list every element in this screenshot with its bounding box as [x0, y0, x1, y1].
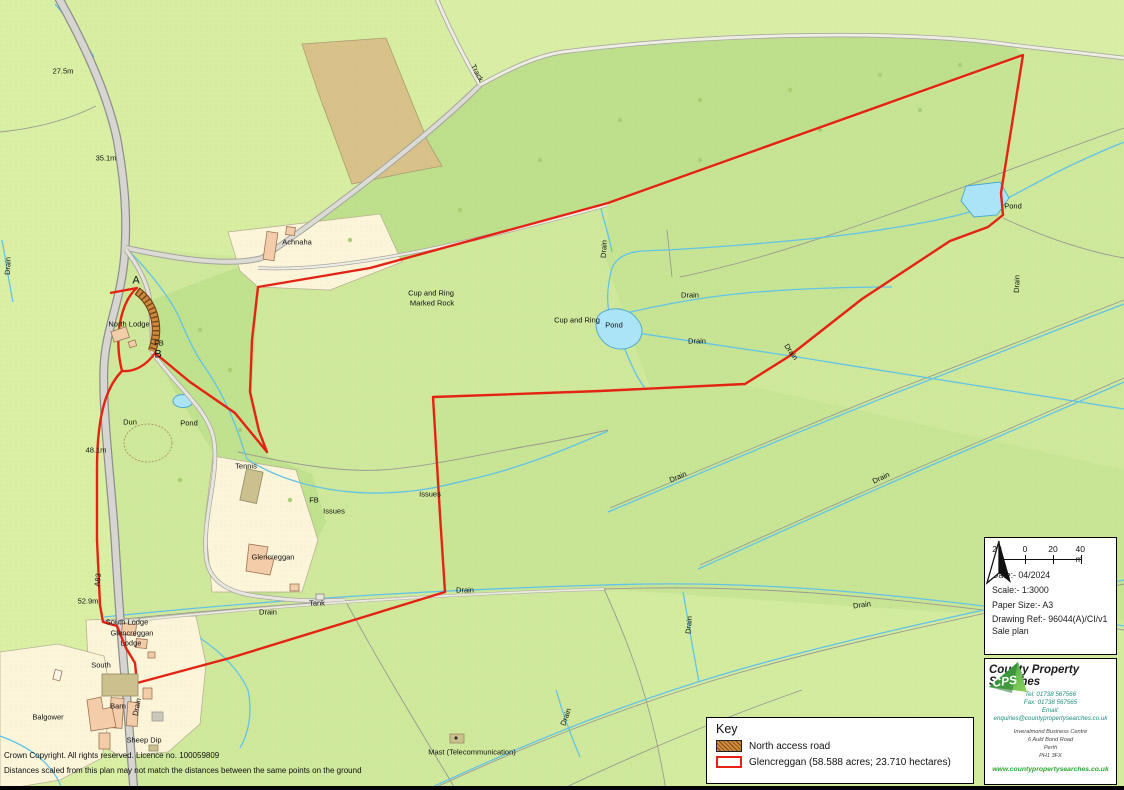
sale-plan-map: 27.5m35.1mTrackAchnahaANorth LodgeFBBDra… — [0, 0, 1124, 790]
map-label: FB — [309, 496, 319, 504]
map-label: Drain — [688, 337, 706, 345]
map-label: Drain — [681, 291, 699, 299]
key-item-access-road: North access road — [716, 740, 964, 752]
plan-type: Sale plan — [992, 626, 1109, 637]
address-line: PH1 3FX — [989, 752, 1112, 760]
map-label: Issues — [323, 507, 345, 515]
map-label: 52.9m — [78, 597, 99, 605]
map-label: FB — [154, 339, 164, 347]
fax-line: Fax: 01738 567565 — [989, 699, 1112, 707]
address-line: 6 Auld Bond Road — [989, 736, 1112, 744]
map-label: Marked Rock — [410, 299, 454, 307]
map-label: Achnaha — [282, 238, 312, 246]
access-road-swatch — [716, 740, 742, 752]
scale-bar-label: 0 — [1023, 544, 1028, 554]
plan-drawing-ref: Drawing Ref:- 96044(A)/CI/v1 — [992, 614, 1109, 625]
map-label: Glencreggan — [252, 553, 295, 561]
scale-bar-label: 20 — [1048, 544, 1057, 554]
key-item-label: Glencreggan (58.588 acres; 23.710 hectar… — [749, 757, 951, 768]
branding-panel: CPS County Property Searches Tel: 01738 … — [984, 658, 1117, 785]
copyright-note: Crown Copyright. All rights reserved. Li… — [4, 751, 219, 760]
map-label: Tank — [309, 599, 325, 607]
map-label: 35.1m — [96, 154, 117, 162]
cps-logo-icon: CPS — [985, 659, 1031, 697]
boundary-swatch — [716, 756, 742, 768]
map-label: South Lodge — [106, 618, 149, 626]
map-label: Sheep Dip — [126, 736, 161, 744]
key-panel: Key North access road Glencreggan (58.58… — [706, 717, 974, 784]
map-label: Glencreggan — [111, 629, 154, 637]
map-label: Pond — [605, 321, 623, 329]
north-arrow-icon — [985, 538, 1013, 586]
map-label: B — [154, 350, 161, 361]
map-label: North Lodge — [108, 320, 149, 328]
key-title: Key — [716, 722, 964, 736]
map-label: Drain — [4, 257, 12, 275]
map-label: Balgower — [32, 713, 63, 721]
map-canvas — [0, 0, 1124, 790]
plan-paper-size: Paper Size:- A3 — [992, 600, 1109, 611]
key-item-boundary: Glencreggan (58.588 acres; 23.710 hectar… — [716, 756, 964, 768]
map-label: Issues — [419, 490, 441, 498]
map-label: Barn — [110, 702, 126, 710]
disclaimer-note: Distances scaled from this plan may not … — [4, 766, 362, 775]
map-label: Drain — [684, 616, 693, 635]
address-line: Perth — [989, 744, 1112, 752]
map-label: Pond — [1004, 202, 1022, 210]
map-label: Drain — [259, 608, 277, 616]
map-label: Pond — [180, 419, 198, 427]
map-label: Drain — [1013, 275, 1021, 293]
map-label: Cup and Ring — [554, 316, 600, 324]
fields-layer — [0, 0, 1124, 790]
website-link[interactable]: www.countypropertysearches.co.uk — [989, 766, 1112, 773]
email-line: Email: enquiries@countypropertysearches.… — [989, 707, 1112, 723]
map-label: Mast (Telecommunication) — [428, 748, 516, 756]
address-block: Inveralmond Business Centre 6 Auld Bond … — [989, 728, 1112, 760]
map-label: Drain — [600, 240, 608, 258]
address-line: Inveralmond Business Centre — [989, 728, 1112, 736]
map-label: 48.1m — [86, 446, 107, 454]
info-panel: 20 0 20 40 m Date:- 04/2024 Scale:- 1:30… — [984, 537, 1117, 655]
map-label: Drain — [456, 586, 474, 594]
map-label: 27.5m — [53, 67, 74, 75]
map-label: Cup and Ring — [408, 289, 454, 297]
map-label: Dun — [123, 418, 137, 426]
map-label: South — [91, 661, 111, 669]
map-label: A83 — [93, 573, 102, 587]
map-frame-bottom — [0, 786, 1124, 790]
map-label: A — [132, 276, 139, 287]
map-label: Tennis — [235, 462, 257, 470]
map-label: Lodge — [121, 639, 142, 647]
plan-scale: Scale:- 1:3000 — [992, 585, 1109, 596]
key-item-label: North access road — [749, 741, 830, 752]
